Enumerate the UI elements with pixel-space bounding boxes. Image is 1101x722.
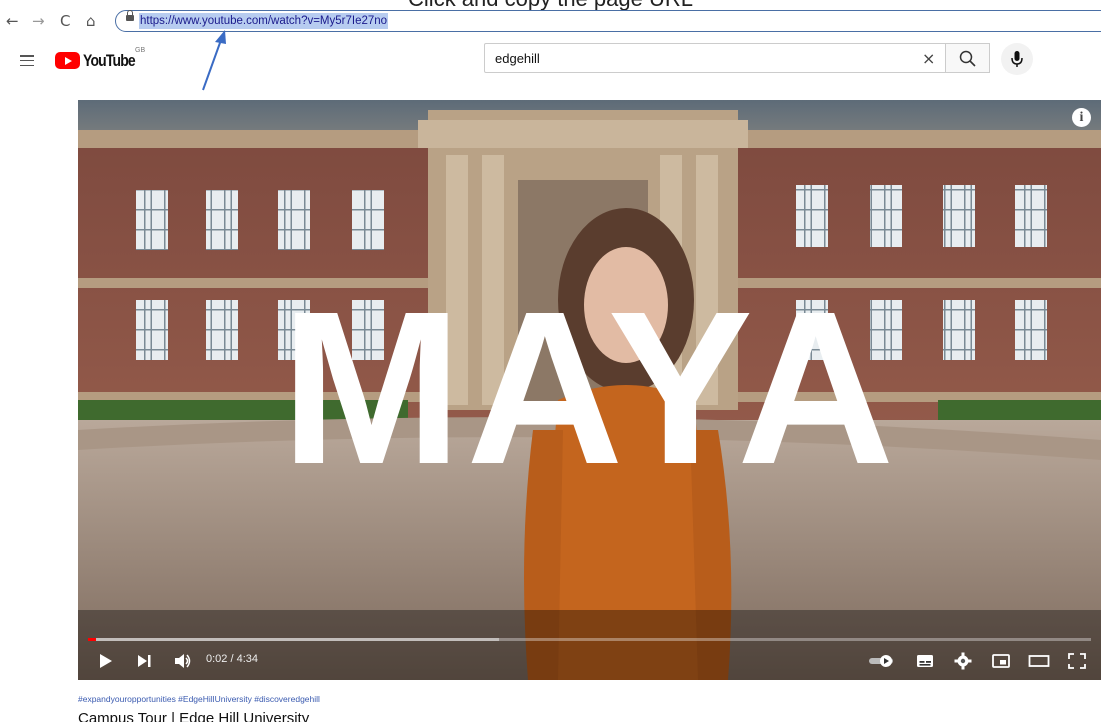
youtube-play-icon: [55, 52, 80, 69]
next-icon[interactable]: [136, 653, 152, 669]
video-player[interactable]: i MAYA 0:02 / 4:34: [78, 100, 1101, 680]
played-bar: [88, 638, 97, 641]
progress-bar[interactable]: [88, 638, 1091, 641]
theater-mode-icon[interactable]: [1028, 653, 1050, 669]
subtitles-icon[interactable]: [916, 653, 934, 669]
browser-toolbar: ← → C ⌂ https://www.youtube.com/watch?v=…: [0, 8, 1101, 36]
video-frame: [78, 100, 1101, 680]
volume-icon[interactable]: [174, 652, 192, 670]
miniplayer-icon[interactable]: [992, 653, 1010, 669]
voice-search-button[interactable]: [1001, 43, 1033, 75]
home-icon[interactable]: ⌂: [86, 12, 96, 30]
search-box: ×: [484, 43, 946, 73]
forward-arrow-icon[interactable]: →: [32, 12, 45, 30]
youtube-logo-text: YouTube: [83, 51, 136, 70]
back-arrow-icon[interactable]: ←: [6, 12, 19, 30]
clear-search-icon[interactable]: ×: [922, 49, 935, 68]
lock-icon: [126, 10, 134, 21]
video-hashtags[interactable]: #expandyouropportunities #EdgeHillUniver…: [78, 694, 320, 704]
search-button[interactable]: [946, 43, 990, 73]
video-title: Campus Tour | Edge Hill University: [78, 710, 310, 722]
microphone-icon: [1011, 51, 1023, 67]
url-text[interactable]: https://www.youtube.com/watch?v=My5r7Ie2…: [139, 13, 389, 29]
address-bar[interactable]: https://www.youtube.com/watch?v=My5r7Ie2…: [115, 10, 1101, 32]
autoplay-toggle-icon[interactable]: [868, 653, 896, 669]
search-icon: [959, 50, 976, 67]
region-code: GB: [135, 47, 146, 54]
play-icon[interactable]: [98, 653, 114, 669]
buffered-bar: [88, 638, 500, 641]
info-icon[interactable]: i: [1072, 108, 1091, 127]
menu-icon[interactable]: [20, 55, 34, 67]
reload-icon[interactable]: C: [60, 12, 70, 30]
settings-gear-icon[interactable]: [954, 652, 972, 670]
fullscreen-icon[interactable]: [1068, 653, 1086, 669]
search-input[interactable]: [495, 49, 895, 67]
time-display: 0:02 / 4:34: [206, 653, 258, 665]
